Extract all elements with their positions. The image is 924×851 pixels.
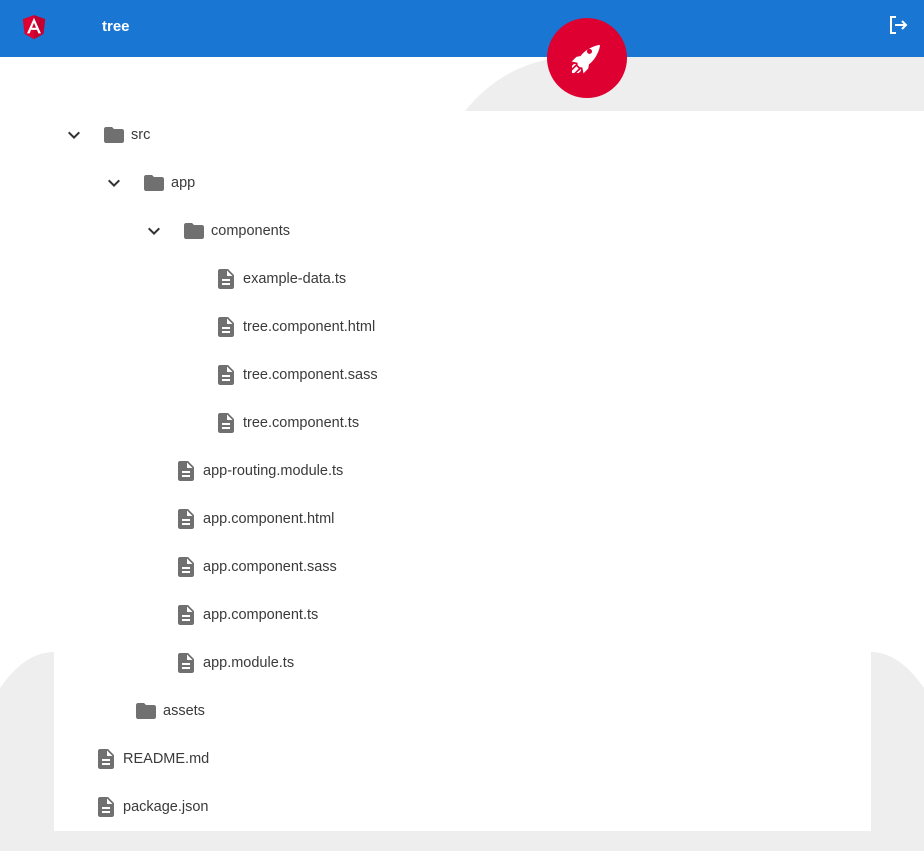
file-icon [218,365,234,385]
tree-node-label: assets [163,703,205,719]
tree-node-file[interactable]: app.module.ts [118,639,294,687]
tree-node-folder[interactable]: components [142,207,290,255]
file-icon [218,413,234,433]
file-icon [178,557,194,577]
tree-node-file[interactable]: package.json [38,783,208,831]
tree-node-label: tree.component.sass [243,367,378,383]
tree-node-label: tree.component.ts [243,415,360,431]
tree-node-label: package.json [123,799,209,815]
chevron-down-icon[interactable] [142,219,166,243]
rocket-icon [571,45,600,74]
logout-icon[interactable] [886,13,910,37]
tree-node-file[interactable]: app-routing.module.ts [118,447,343,495]
tree-node-label: tree.component.html [243,319,376,335]
tree-node-label: app-routing.module.ts [203,463,344,479]
tree-node-label: app.component.sass [203,559,337,575]
tree-node-label: app [171,175,196,191]
tree-card: src app components example-data.ts tree.… [54,111,871,831]
tree-node-file[interactable]: example-data.ts [158,255,346,303]
chevron-down-icon[interactable] [102,171,126,195]
tree-node-label: README.md [123,751,210,767]
tree-node-file[interactable]: app.component.sass [118,543,337,591]
app-title: tree [102,18,130,35]
tree-node-file[interactable]: README.md [38,735,209,783]
file-icon [218,269,234,289]
tree-node-label: components [211,223,290,239]
tree-node-label: app.module.ts [203,655,295,671]
tree-node-folder[interactable]: assets [78,687,205,735]
folder-icon [144,175,164,191]
file-icon [98,749,114,769]
file-icon [178,509,194,529]
file-icon [178,653,194,673]
tree-node-label: src [131,127,151,143]
file-icon [178,461,194,481]
tree-node-label: app.component.html [203,511,335,527]
file-icon [178,605,194,625]
tree-node-file[interactable]: app.component.html [118,495,334,543]
top-toolbar: tree [0,0,924,57]
file-icon [218,317,234,337]
tree-node-file[interactable]: app.component.ts [118,591,318,639]
tree-node-file[interactable]: tree.component.html [158,303,375,351]
rocket-badge [547,18,627,98]
angular-logo-icon [22,15,46,40]
tree-node-folder[interactable]: app [102,159,195,207]
file-icon [98,797,114,817]
folder-icon [136,703,156,719]
folder-icon [104,127,124,143]
tree-node-folder[interactable]: src [62,111,150,159]
tree-node-label: app.component.ts [203,607,319,623]
tree-node-label: example-data.ts [243,271,347,287]
chevron-down-icon[interactable] [62,123,86,147]
folder-icon [184,223,204,239]
tree-node-file[interactable]: tree.component.sass [158,351,378,399]
tree-node-file[interactable]: tree.component.ts [158,399,359,447]
